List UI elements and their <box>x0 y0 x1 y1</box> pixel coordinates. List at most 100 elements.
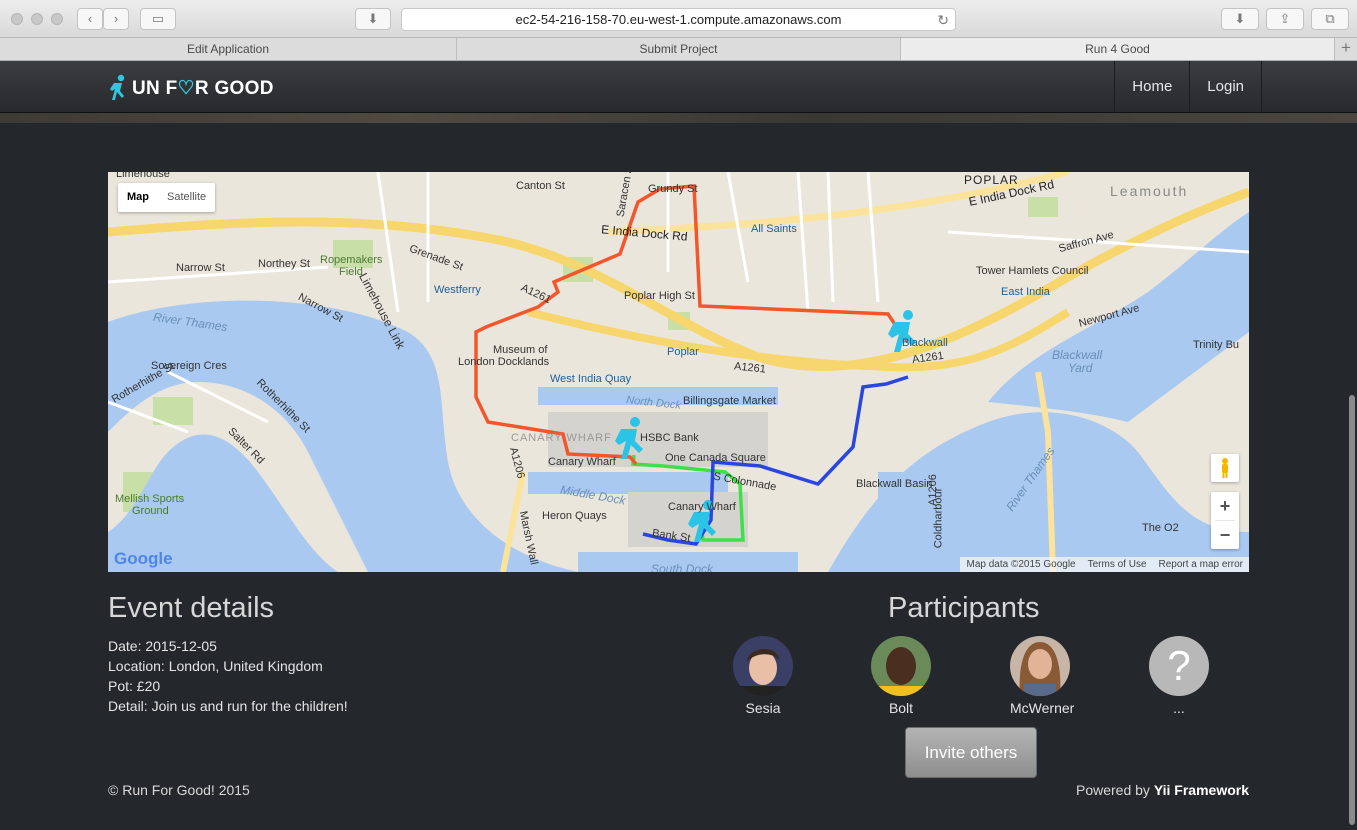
map-data-credit: Map data ©2015 Google <box>966 559 1076 570</box>
new-tab-button[interactable]: + <box>1335 38 1357 60</box>
map-type-map-button[interactable]: Map <box>118 183 158 212</box>
map-label: Grundy St <box>648 183 698 195</box>
map-label: Northey St <box>258 258 310 270</box>
map-label: Ground <box>132 505 169 517</box>
avatar-portrait <box>871 636 931 696</box>
map-attribution: Map data ©2015 Google Terms of Use Repor… <box>960 557 1249 572</box>
tab-run-4-good[interactable]: Run 4 Good <box>901 38 1335 60</box>
close-window-button[interactable] <box>11 13 23 25</box>
sidebar-button[interactable]: ▭ <box>140 8 176 30</box>
map-label: Canary Wharf <box>548 456 616 468</box>
share-button[interactable]: ⇪ <box>1266 8 1304 30</box>
street-view-button[interactable] <box>1211 454 1239 482</box>
site-navbar: UN F♡R GOOD Home Login <box>0 61 1357 113</box>
address-bar[interactable]: ec2-54-216-158-70.eu-west-1.compute.amaz… <box>401 8 956 31</box>
map-label: Limehouse <box>116 172 170 180</box>
invite-others-button[interactable]: Invite others <box>905 727 1037 778</box>
nav-login-link[interactable]: Login <box>1189 61 1262 113</box>
participant-name: McWerner <box>1010 700 1075 716</box>
tabs-overview-button[interactable]: ⧉ <box>1311 8 1349 30</box>
tab-edit-application[interactable]: Edit Application <box>0 38 457 60</box>
tab-bar: Edit Application Submit Project Run 4 Go… <box>0 38 1357 61</box>
map-label: East India <box>1001 286 1050 298</box>
park-area <box>1028 197 1058 217</box>
report-map-error-link[interactable]: Report a map error <box>1153 557 1249 572</box>
map-label: Narrow St <box>176 262 225 274</box>
event-details-heading: Event details <box>108 592 275 624</box>
tabs-icon: ⧉ <box>1325 11 1335 26</box>
sidebar-icon: ▭ <box>151 11 165 26</box>
map-label: Tower Hamlets Council <box>976 265 1089 277</box>
back-button[interactable]: ‹ <box>77 8 103 30</box>
brand-text-end: R GOOD <box>194 77 274 99</box>
terms-of-use-link[interactable]: Terms of Use <box>1082 557 1153 572</box>
zoom-out-button[interactable]: − <box>1211 521 1239 549</box>
participants-heading: Participants <box>888 592 1040 624</box>
map-label: Poplar <box>667 346 699 358</box>
participant-name: Bolt <box>888 700 914 716</box>
map-label: Canton St <box>516 180 565 192</box>
brand-logo[interactable]: UN F♡R GOOD <box>108 73 274 103</box>
yii-framework-link[interactable]: Yii Framework <box>1154 782 1249 798</box>
reload-icon[interactable]: ↻ <box>937 9 949 31</box>
google-logo[interactable]: Google <box>114 549 173 569</box>
map-label: Westferry <box>434 284 481 296</box>
plus-icon: + <box>1341 38 1351 57</box>
unknown-avatar: ? <box>1149 636 1209 696</box>
download-progress-button[interactable]: ⬇ <box>1221 8 1259 30</box>
map-label: CANARY WHARF <box>511 432 612 444</box>
map-type-control: Map Satellite <box>118 183 216 212</box>
tab-submit-project[interactable]: Submit Project <box>457 38 901 60</box>
map-label: One Canada Square <box>665 452 766 464</box>
map-label: A1206 <box>926 474 939 506</box>
forward-button[interactable]: › <box>103 8 129 30</box>
footer-powered-by: Powered by Yii Framework <box>1076 782 1249 798</box>
nav-links: Home Login <box>1114 61 1262 113</box>
zoom-window-button[interactable] <box>51 13 63 25</box>
pegman-icon <box>1222 458 1228 478</box>
page-scrollbar[interactable] <box>1349 395 1355 825</box>
map-label: The O2 <box>1142 522 1179 534</box>
chevron-right-icon: › <box>113 11 119 26</box>
participant-name: ... <box>1173 700 1185 716</box>
map-label: Canary Wharf <box>668 501 736 513</box>
brand-text-start: UN F <box>132 77 178 99</box>
chevron-left-icon: ‹ <box>87 11 93 26</box>
minus-icon: − <box>1219 525 1231 545</box>
map-label: Billingsgate Market <box>683 395 776 407</box>
powered-by-text: Powered by <box>1075 782 1150 798</box>
map-label: HSBC Bank <box>640 432 699 444</box>
map-label: Trinity Bu <box>1193 339 1240 351</box>
participant-mcwerner[interactable]: McWerner <box>1010 636 1075 716</box>
map-label: Blackwall Basin <box>856 478 933 490</box>
footer-copyright: © Run For Good! 2015 <box>108 782 250 798</box>
hero-image-strip <box>0 113 1357 123</box>
participant-unknown[interactable]: ? ... <box>1149 636 1209 716</box>
map-label: Leamouth <box>1110 183 1189 199</box>
downloads-button[interactable]: ⬇ <box>355 8 391 30</box>
heart-icon: ♡ <box>177 77 195 99</box>
route-map[interactable]: Limehouse Canton St Saracen St Grundy St… <box>108 172 1249 572</box>
participant-name: Sesia <box>745 700 781 716</box>
avatar <box>733 636 793 696</box>
zoom-in-button[interactable]: + <box>1211 492 1239 520</box>
event-location: Location: London, United Kingdom <box>108 658 323 674</box>
map-label: West India Quay <box>550 373 632 385</box>
avatar-portrait <box>733 636 793 696</box>
map-label: South Dock <box>651 562 714 572</box>
event-pot: Pot: £20 <box>108 678 161 694</box>
browser-toolbar: ‹ › ▭ ⬇ ec2-54-216-158-70.eu-west-1.comp… <box>0 0 1357 38</box>
map-label: Poplar High St <box>624 290 695 302</box>
map-label: London Docklands <box>458 356 550 368</box>
map-type-satellite-button[interactable]: Satellite <box>158 183 215 212</box>
share-icon: ⇪ <box>1279 11 1291 26</box>
minimize-window-button[interactable] <box>31 13 43 25</box>
brand-text: UN F♡R GOOD <box>132 77 274 100</box>
map-label: Blackwall <box>1052 348 1103 362</box>
plus-icon: + <box>1219 496 1231 516</box>
avatar-portrait <box>1010 636 1070 696</box>
nav-home-link[interactable]: Home <box>1114 61 1189 113</box>
participant-bolt[interactable]: Bolt <box>871 636 931 716</box>
download-icon: ⬇ <box>367 11 379 26</box>
participant-sesia[interactable]: Sesia <box>733 636 793 716</box>
